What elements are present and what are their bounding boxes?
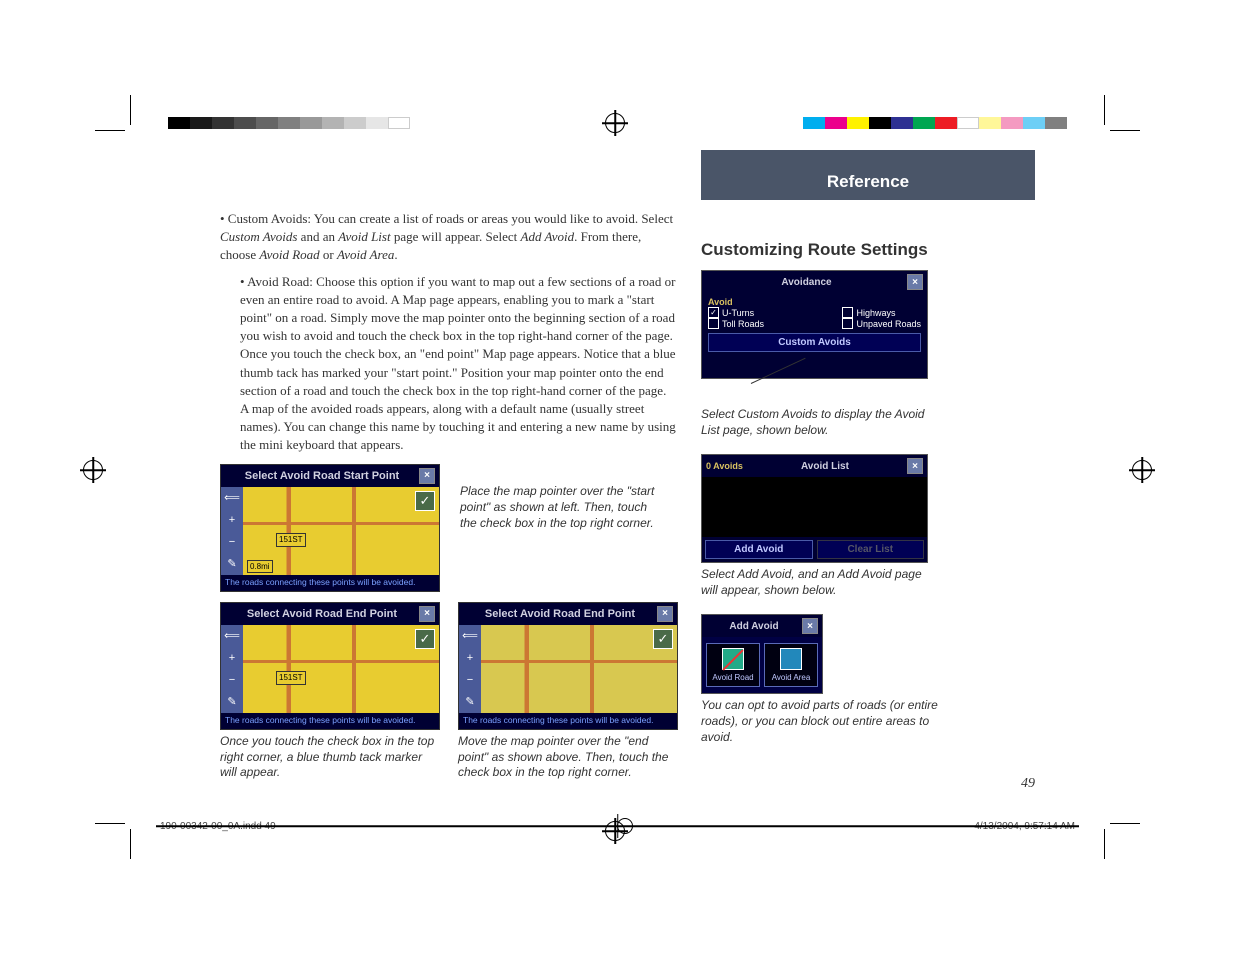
figure-start-point: Select Avoid Road Start Point × ⟸ + − ✎ … bbox=[220, 464, 440, 592]
custom-avoids-button[interactable]: Custom Avoids bbox=[708, 333, 921, 352]
section-title: Customizing Route Settings bbox=[701, 240, 1035, 260]
registration-mark-icon bbox=[1132, 460, 1152, 480]
registration-mark-icon bbox=[83, 460, 103, 480]
bullet-custom-avoids: • Custom Avoids: You can create a list o… bbox=[220, 210, 676, 265]
close-icon[interactable]: × bbox=[419, 606, 435, 622]
avoid-road-icon bbox=[722, 648, 744, 670]
bullet-avoid-road: • Avoid Road: Choose this option if you … bbox=[240, 273, 676, 455]
tool-icon[interactable]: ✎ bbox=[227, 695, 236, 710]
clear-list-button[interactable]: Clear List bbox=[817, 540, 925, 559]
zoom-in-icon[interactable]: + bbox=[229, 651, 235, 666]
figure-footer: The roads connecting these points will b… bbox=[221, 575, 439, 591]
add-avoid-caption: You can opt to avoid parts of roads (or … bbox=[701, 698, 941, 745]
figure-caption: Place the map pointer over the "start po… bbox=[460, 484, 660, 531]
avoid-list-body bbox=[702, 477, 927, 537]
checkbox-toll[interactable]: Toll Roads bbox=[708, 318, 764, 329]
close-icon[interactable]: × bbox=[419, 468, 435, 484]
zoom-in-icon[interactable]: + bbox=[229, 513, 235, 528]
confirm-check-icon[interactable]: ✓ bbox=[415, 629, 435, 649]
close-icon[interactable]: × bbox=[907, 458, 923, 474]
add-avoid-window: Add Avoid × Avoid Road Avoid Area bbox=[701, 614, 823, 694]
tool-icon[interactable]: ✎ bbox=[465, 695, 474, 710]
avoid-area-icon bbox=[780, 648, 802, 670]
figure-caption: Move the map pointer over the "end point… bbox=[458, 734, 676, 781]
figure-footer: The roads connecting these points will b… bbox=[459, 713, 677, 729]
figure-title: Select Avoid Road End Point bbox=[225, 607, 419, 622]
zoom-out-icon[interactable]: − bbox=[467, 673, 473, 688]
close-icon[interactable]: × bbox=[802, 618, 818, 634]
window-title: Add Avoid bbox=[706, 621, 802, 632]
figure-footer: The roads connecting these points will b… bbox=[221, 713, 439, 729]
confirm-check-icon[interactable]: ✓ bbox=[415, 491, 435, 511]
window-title: Avoidance bbox=[706, 277, 907, 288]
back-icon[interactable]: ⟸ bbox=[224, 629, 240, 644]
checkbox-uturns[interactable]: ✓U-Turns bbox=[708, 307, 764, 318]
avoidance-caption: Select Custom Avoids to display the Avoi… bbox=[701, 407, 941, 438]
road-label: 151ST bbox=[276, 671, 306, 684]
road-label: 151ST bbox=[276, 533, 306, 546]
close-icon[interactable]: × bbox=[907, 274, 923, 290]
avoid-list-caption: Select Add Avoid, and an Add Avoid page … bbox=[701, 567, 941, 598]
avoid-road-option[interactable]: Avoid Road bbox=[706, 643, 760, 687]
checkbox-highways[interactable]: Highways bbox=[842, 307, 921, 318]
figure-title: Select Avoid Road End Point bbox=[463, 607, 657, 622]
scale-label: 0.8mi bbox=[247, 560, 273, 573]
avoid-list-window: 0 Avoids Avoid List × Add Avoid Clear Li… bbox=[701, 454, 928, 563]
avoid-group-label: Avoid bbox=[708, 297, 921, 307]
add-avoid-button[interactable]: Add Avoid bbox=[705, 540, 813, 559]
reference-header: Reference bbox=[701, 150, 1035, 200]
figure-end-point-1: Select Avoid Road End Point × ⟸ + − ✎ ✓ … bbox=[220, 602, 440, 730]
registration-mark-icon bbox=[617, 818, 633, 834]
avoid-count: 0 Avoids bbox=[706, 461, 743, 471]
zoom-out-icon[interactable]: − bbox=[229, 673, 235, 688]
registration-mark-icon bbox=[605, 113, 625, 133]
figure-title: Select Avoid Road Start Point bbox=[225, 469, 419, 484]
checkbox-unpaved[interactable]: Unpaved Roads bbox=[842, 318, 921, 329]
callout-line bbox=[701, 383, 1035, 403]
tool-icon[interactable]: ✎ bbox=[227, 557, 236, 572]
zoom-out-icon[interactable]: − bbox=[229, 535, 235, 550]
close-icon[interactable]: × bbox=[657, 606, 673, 622]
page-number: 49 bbox=[1021, 776, 1035, 792]
figure-caption: Once you touch the check box in the top … bbox=[220, 734, 438, 781]
grayscale-bar bbox=[168, 117, 410, 129]
window-title: Avoid List bbox=[743, 461, 907, 472]
figure-end-point-2: Select Avoid Road End Point × ⟸ + − ✎ ✓ … bbox=[458, 602, 678, 730]
back-icon[interactable]: ⟸ bbox=[224, 491, 240, 506]
back-icon[interactable]: ⟸ bbox=[462, 629, 478, 644]
zoom-in-icon[interactable]: + bbox=[467, 651, 473, 666]
confirm-check-icon[interactable]: ✓ bbox=[653, 629, 673, 649]
color-bar bbox=[803, 117, 1067, 129]
avoidance-window: Avoidance × Avoid ✓U-Turns Toll Roads Hi… bbox=[701, 270, 928, 379]
avoid-area-option[interactable]: Avoid Area bbox=[764, 643, 818, 687]
